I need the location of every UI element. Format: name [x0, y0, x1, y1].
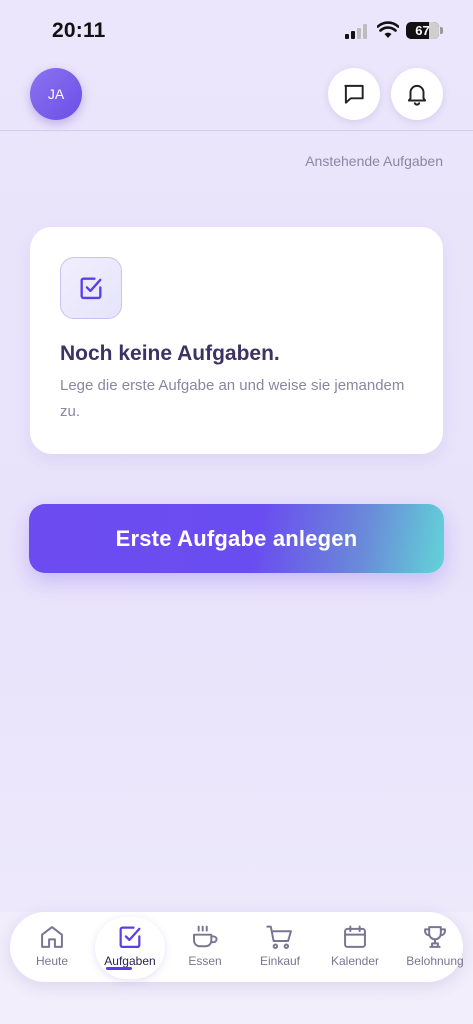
create-first-task-button[interactable]: Erste Aufgabe anlegen [29, 504, 444, 573]
chat-icon [344, 84, 364, 104]
cup-icon [193, 925, 218, 948]
bell-icon [407, 84, 427, 106]
checkbox-icon [80, 277, 102, 300]
notifications-button[interactable] [391, 68, 443, 120]
wifi-icon [377, 21, 399, 38]
nav-item-heute[interactable]: Heute [22, 912, 82, 982]
trophy-icon [424, 926, 446, 948]
nav-label-belohnung: Belohnung [406, 954, 464, 968]
avatar[interactable]: JA [30, 68, 82, 120]
empty-state-card: Noch keine Aufgaben. Lege die erste Aufg… [30, 227, 443, 454]
nav-item-belohnung[interactable]: Belohnung [400, 912, 470, 982]
empty-state-title: Noch keine Aufgaben. [60, 342, 280, 365]
chat-button[interactable] [328, 68, 380, 120]
empty-state-icon-box [60, 257, 122, 319]
nav-label-aufgaben: Aufgaben [104, 954, 156, 968]
section-subtitle: Anstehende Aufgaben [305, 153, 443, 169]
avatar-initials: JA [47, 86, 65, 102]
nav-item-aufgaben[interactable]: Aufgaben [95, 912, 165, 982]
home-icon [41, 926, 63, 948]
nav-item-einkauf[interactable]: Einkauf [250, 912, 310, 982]
nav-label-essen: Essen [188, 954, 222, 968]
active-tab-indicator [106, 967, 132, 970]
signal-icon [345, 24, 369, 39]
battery-level: 67 [415, 23, 430, 38]
nav-item-essen[interactable]: Essen [175, 912, 235, 982]
cart-icon [266, 925, 292, 949]
nav-label-kalender: Kalender [330, 954, 380, 968]
empty-state-text: Lege die erste Aufgabe an und weise sie … [60, 377, 405, 420]
status-bar: 20:11 67 [0, 0, 473, 60]
status-time: 20:11 [52, 19, 106, 42]
header-divider [0, 130, 473, 131]
checkbox-icon [119, 926, 141, 949]
nav-label-heute: Heute [35, 954, 69, 968]
calendar-icon [344, 925, 366, 948]
battery-icon: 67 [406, 22, 439, 39]
nav-item-kalender[interactable]: Kalender [320, 912, 390, 982]
bottom-nav: Heute Aufgaben Essen Einkauf Kalender Be… [10, 912, 464, 982]
nav-label-einkauf: Einkauf [259, 954, 301, 968]
